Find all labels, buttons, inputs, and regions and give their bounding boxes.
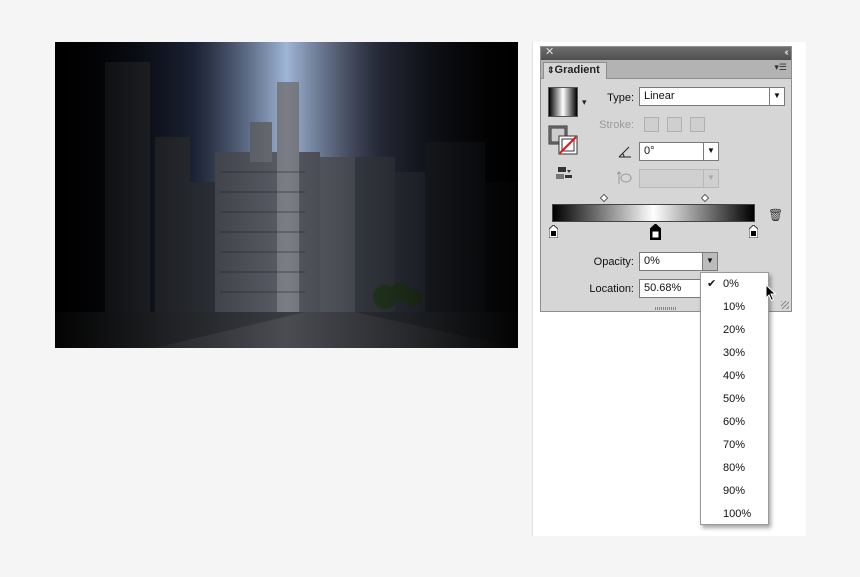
midpoint-diamond[interactable] bbox=[599, 193, 609, 203]
color-stop-right[interactable] bbox=[748, 224, 759, 239]
panel-tab-row: ⇕Gradient ▾☰ bbox=[541, 60, 791, 79]
close-icon[interactable]: ✕ bbox=[545, 46, 554, 59]
opacity-option[interactable]: 10% bbox=[701, 296, 768, 319]
opacity-option[interactable]: 20% bbox=[701, 319, 768, 342]
opacity-option[interactable]: 60% bbox=[701, 411, 768, 434]
tab-gradient[interactable]: ⇕Gradient bbox=[543, 62, 607, 79]
location-value: 50.68% bbox=[644, 282, 682, 294]
location-field[interactable]: 50.68% bbox=[639, 279, 702, 298]
panel-drag-handle[interactable] bbox=[655, 307, 677, 310]
panel-menu-icon[interactable]: ▾☰ bbox=[774, 62, 787, 73]
stroke-label: Stroke: bbox=[599, 119, 634, 131]
chevron-down-icon[interactable]: ▼ bbox=[702, 253, 717, 270]
gradient-slider-bar[interactable] bbox=[552, 204, 755, 222]
chevron-down-icon: ▼ bbox=[703, 143, 718, 160]
angle-value: 0° bbox=[644, 145, 655, 157]
type-value: Linear bbox=[644, 90, 675, 102]
opacity-option[interactable]: 80% bbox=[701, 457, 768, 480]
panel-title-bar[interactable]: ✕ ‹‹ bbox=[541, 46, 791, 60]
opacity-option[interactable]: 70% bbox=[701, 434, 768, 457]
tab-arrows-icon: ⇕ bbox=[547, 65, 555, 75]
checkmark-icon: ✔ bbox=[707, 278, 717, 290]
reverse-gradient-icon[interactable] bbox=[555, 166, 573, 180]
stroke-across-button[interactable] bbox=[690, 117, 705, 132]
opacity-value: 0% bbox=[644, 255, 660, 267]
aspect-ratio-field[interactable]: ▼ bbox=[639, 169, 719, 188]
opacity-option[interactable]: 40% bbox=[701, 365, 768, 388]
opacity-dropdown-menu: ✔ 0% 10% 20% 30% 40% 50% 60% 70% 80% 90% … bbox=[700, 272, 769, 525]
trash-icon[interactable]: 🗑 bbox=[768, 208, 783, 222]
fill-stroke-icon[interactable] bbox=[548, 125, 578, 155]
gradient-swatch[interactable] bbox=[548, 87, 578, 117]
type-select[interactable]: Linear ▼ bbox=[639, 87, 785, 106]
color-stop-left[interactable] bbox=[548, 224, 559, 239]
stroke-along-button[interactable] bbox=[667, 117, 682, 132]
mouse-cursor-icon bbox=[765, 283, 777, 307]
resize-grip-icon[interactable] bbox=[781, 301, 789, 309]
chevron-down-icon: ▼ bbox=[703, 170, 718, 187]
midpoint-diamond[interactable] bbox=[700, 193, 710, 203]
opacity-option[interactable]: 50% bbox=[701, 388, 768, 411]
aspect-ratio-icon bbox=[616, 171, 633, 185]
opacity-label: Opacity: bbox=[593, 256, 634, 268]
opacity-option[interactable]: ✔ 0% bbox=[701, 273, 768, 296]
city-photo bbox=[55, 42, 518, 348]
opacity-field[interactable]: 0% ▼ bbox=[639, 252, 718, 271]
type-label: Type: bbox=[607, 92, 634, 104]
angle-icon bbox=[618, 145, 632, 158]
opacity-option[interactable]: 100% bbox=[701, 503, 768, 526]
location-label: Location: bbox=[589, 283, 634, 295]
opacity-option[interactable]: 90% bbox=[701, 480, 768, 503]
chevron-down-icon: ▼ bbox=[769, 88, 784, 105]
color-stop-middle[interactable] bbox=[649, 223, 662, 241]
chevron-down-icon[interactable]: ▾ bbox=[582, 97, 587, 108]
angle-field[interactable]: 0° ▼ bbox=[639, 142, 719, 161]
tab-gradient-label: Gradient bbox=[554, 64, 600, 76]
collapse-icon[interactable]: ‹‹ bbox=[784, 46, 788, 59]
stroke-within-button[interactable] bbox=[644, 117, 659, 132]
opacity-option[interactable]: 30% bbox=[701, 342, 768, 365]
